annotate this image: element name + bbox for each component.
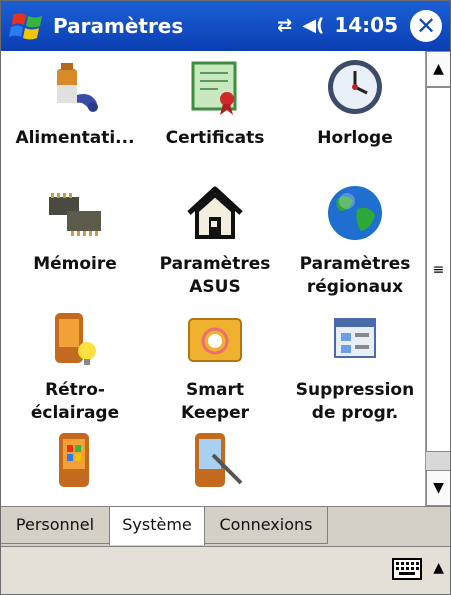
keyboard-icon[interactable] (392, 558, 422, 580)
window-title: Paramètres (53, 14, 184, 38)
backlight-icon (55, 313, 96, 365)
settings-icon-grid: Alimentati... Certificats Horloge Mémoir… (1, 51, 425, 506)
tile-parametres-asus[interactable]: Paramètres ASUS (145, 181, 285, 299)
scroll-thumb[interactable]: ≡ (426, 87, 450, 452)
title-bar: Paramètres ⇄ ◀( 14:05 ✕ (1, 1, 450, 51)
close-button[interactable]: ✕ (410, 10, 442, 42)
windows-start-icon[interactable] (9, 9, 49, 43)
tile-retro-eclairage[interactable]: Rétro- éclairage (5, 307, 145, 425)
tile-horloge[interactable]: Horloge (285, 55, 425, 150)
tile-label: Rétro- éclairage (30, 380, 120, 423)
tile-start-device[interactable] (5, 429, 145, 501)
tile-memoire[interactable]: Mémoire (5, 181, 145, 276)
tab-systeme[interactable]: Système (109, 507, 205, 545)
tile-alimentation[interactable]: Alimentati... (5, 55, 145, 150)
vertical-scrollbar[interactable]: ▲ ≡ ▼ (425, 51, 450, 506)
tile-certificats[interactable]: Certificats (145, 55, 285, 150)
tile-screen-stylus[interactable] (145, 429, 285, 501)
tile-smart-keeper[interactable]: Smart Keeper (145, 307, 285, 425)
globe-icon (328, 186, 382, 240)
clock-icon (328, 60, 382, 114)
tile-label: Certificats (165, 128, 265, 148)
sync-arrows-icon[interactable]: ⇄ (277, 15, 292, 36)
input-menu-arrow-icon[interactable]: ▲ (433, 560, 444, 576)
memory-chip-icon (49, 193, 101, 236)
folder-icon (188, 318, 242, 362)
tile-suppression-programmes[interactable]: Suppression de progr. (285, 307, 425, 425)
tile-label: Paramètres ASUS (159, 254, 271, 297)
scroll-up-button[interactable]: ▲ (426, 51, 450, 87)
status-area: ⇄ ◀( 14:05 (277, 13, 398, 37)
tab-strip: Personnel Système Connexions (1, 506, 450, 547)
scroll-down-button[interactable]: ▼ (426, 470, 450, 506)
clock-time[interactable]: 14:05 (334, 13, 398, 37)
tab-personnel[interactable]: Personnel (1, 507, 110, 544)
start-menu-device-icon (59, 433, 89, 487)
tile-parametres-regionaux[interactable]: Paramètres régionaux (285, 181, 425, 299)
certificate-icon (191, 61, 237, 115)
battery-icon (57, 63, 98, 112)
tile-label: Suppression de progr. (295, 380, 415, 423)
speaker-icon[interactable]: ◀( (302, 15, 324, 36)
tile-label: Horloge (317, 128, 393, 148)
house-icon (187, 186, 243, 239)
tile-label: Smart Keeper (180, 380, 250, 423)
tile-label: Alimentati... (15, 128, 135, 148)
screen-stylus-icon (195, 433, 243, 487)
tile-label: Paramètres régionaux (299, 254, 411, 297)
remove-programs-icon (334, 318, 376, 358)
tile-label: Mémoire (33, 254, 117, 274)
device-window: Paramètres ⇄ ◀( 14:05 ✕ Alimentati... Ce… (0, 0, 451, 595)
tab-connexions[interactable]: Connexions (205, 507, 328, 544)
menu-bar: ▲ (1, 546, 450, 594)
